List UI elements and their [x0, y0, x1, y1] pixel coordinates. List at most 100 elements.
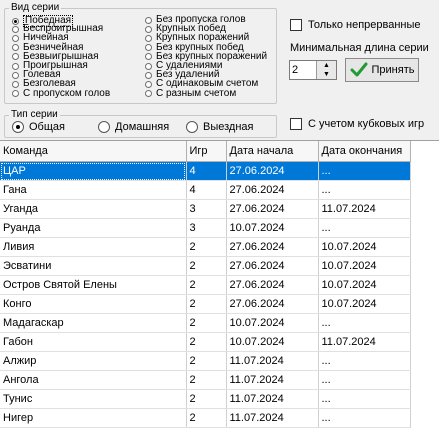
- apply-button-label: Принять: [371, 64, 415, 76]
- table-cell: ...: [318, 408, 411, 428]
- series-kind-option[interactable]: С разным счетом: [145, 87, 237, 99]
- table-row[interactable]: Конго 2 27.06.2024 10.07.2024: [0, 294, 411, 314]
- radio-button[interactable]: [145, 16, 152, 24]
- table-cell: 10.07.2024: [226, 313, 319, 333]
- table-cell: 11.07.2024: [226, 408, 319, 428]
- table-row[interactable]: Ангола 2 11.07.2024...: [0, 370, 411, 390]
- table-cell: 4: [186, 161, 227, 181]
- table-row[interactable]: Уганда 3 27.06.2024 11.07.2024: [0, 199, 411, 219]
- column-header[interactable]: Команда: [0, 141, 187, 162]
- table-row[interactable]: Габон 2 10.07.2024 11.07.2024: [0, 332, 411, 352]
- checkmark-icon: [350, 62, 368, 77]
- table-cell: ...: [318, 218, 411, 238]
- radio-button[interactable]: [145, 44, 152, 52]
- radio-button[interactable]: [12, 90, 19, 98]
- table-cell: 10.07.2024: [226, 218, 319, 238]
- table-cell: 2: [186, 370, 227, 390]
- spin-down-icon[interactable]: ▼: [317, 70, 336, 79]
- table-row[interactable]: Алжир 2 11.07.2024...: [0, 351, 411, 371]
- table-cell: 27.06.2024: [226, 199, 319, 219]
- series-type-option-label: Выездная: [203, 121, 254, 133]
- radio-button[interactable]: [145, 53, 152, 61]
- radio-button[interactable]: [145, 62, 152, 70]
- table-cell: Руанда: [0, 218, 187, 238]
- table-row[interactable]: Тунис 2 11.07.2024...: [0, 389, 411, 409]
- radio-button[interactable]: [12, 121, 24, 133]
- table-cell: Конго: [0, 294, 187, 314]
- table-row[interactable]: Ливия 2 27.06.2024 10.07.2024: [0, 237, 411, 257]
- table-cell: 4: [186, 180, 227, 200]
- table-cell: ...: [318, 370, 411, 390]
- table-cell: 2: [186, 294, 227, 314]
- radio-button[interactable]: [145, 34, 152, 42]
- min-length-spinner[interactable]: ▲ ▼: [289, 60, 337, 80]
- min-length-input[interactable]: [290, 61, 316, 79]
- cup-games-checkbox[interactable]: С учетом кубковых игр: [290, 118, 424, 130]
- series-table: Команда Игр Дата начала Дата окончания ЦАР 4…: [0, 141, 411, 428]
- table-cell: ЦАР: [0, 161, 187, 181]
- radio-button[interactable]: [186, 121, 198, 133]
- apply-button[interactable]: Принять: [345, 58, 419, 82]
- series-kind-option[interactable]: С пропуском голов: [12, 87, 111, 99]
- table-row[interactable]: Мадагаскар 2 10.07.2024...: [0, 313, 411, 333]
- table-cell: Нигер: [0, 408, 187, 428]
- radio-button[interactable]: [12, 80, 19, 88]
- table-cell: 27.06.2024: [226, 275, 319, 295]
- table-cell: Гана: [0, 180, 187, 200]
- cup-games-label: С учетом кубковых игр: [308, 118, 425, 130]
- table-cell: Остров Святой Елены: [0, 275, 187, 295]
- radio-button[interactable]: [145, 90, 152, 98]
- series-kind-option-label: С разным счетом: [156, 87, 237, 99]
- grid-body: ЦАР 4 27.06.2024... Гана 4 27.06.2024... Уганд…: [0, 161, 411, 428]
- series-type-option-label: Домашняя: [115, 121, 170, 133]
- series-type-option[interactable]: Домашняя: [98, 121, 169, 133]
- radio-button[interactable]: [145, 71, 152, 79]
- series-kind-option-label: С пропуском голов: [23, 87, 111, 99]
- radio-button[interactable]: [12, 71, 19, 79]
- table-cell: 2: [186, 389, 227, 409]
- column-header[interactable]: Дата начала: [226, 141, 319, 162]
- table-cell: ...: [318, 389, 411, 409]
- radio-button[interactable]: [12, 25, 19, 33]
- series-type-option[interactable]: Выездная: [186, 121, 254, 133]
- only-continuous-box[interactable]: [290, 19, 302, 31]
- table-cell: Ангола: [0, 370, 187, 390]
- radio-button[interactable]: [12, 53, 19, 61]
- table-row[interactable]: Руанда 3 10.07.2024...: [0, 218, 411, 238]
- table-cell: 10.07.2024: [318, 237, 411, 257]
- table-cell: 11.07.2024: [318, 199, 411, 219]
- radio-button[interactable]: [12, 34, 19, 42]
- table-row[interactable]: Гана 4 27.06.2024...: [0, 180, 411, 200]
- table-cell: Тунис: [0, 389, 187, 409]
- table-cell: 2: [186, 275, 227, 295]
- series-type-legend: Тип серии: [11, 109, 58, 120]
- radio-button[interactable]: [12, 44, 19, 52]
- table-row[interactable]: Остров Святой Елены 2 27.06.2024 10.07.2024: [0, 275, 411, 295]
- radio-button[interactable]: [12, 62, 19, 70]
- table-row[interactable]: ЦАР 4 27.06.2024...: [0, 161, 411, 181]
- table-row[interactable]: Нигер 2 11.07.2024...: [0, 408, 411, 428]
- table-cell: ...: [318, 313, 411, 333]
- only-continuous-checkbox[interactable]: Только непрерванные: [290, 19, 421, 31]
- radio-button[interactable]: [145, 25, 152, 33]
- table-cell: Мадагаскар: [0, 313, 187, 333]
- table-cell: 27.06.2024: [226, 294, 319, 314]
- table-cell: Уганда: [0, 199, 187, 219]
- table-cell: 3: [186, 199, 227, 219]
- table-row[interactable]: Эсватини 2 27.06.2024 10.07.2024: [0, 256, 411, 276]
- table-cell: Габон: [0, 332, 187, 352]
- spin-up-icon[interactable]: ▲: [317, 61, 336, 70]
- radio-button[interactable]: [98, 121, 110, 133]
- series-kind-legend: Вид серии: [11, 2, 60, 13]
- table-cell: 2: [186, 351, 227, 371]
- cup-games-box[interactable]: [290, 118, 302, 130]
- spinner-buttons[interactable]: ▲ ▼: [316, 61, 336, 79]
- table-cell: 10.07.2024: [318, 275, 411, 295]
- column-header[interactable]: Игр: [186, 141, 227, 162]
- table-cell: 27.06.2024: [226, 180, 319, 200]
- column-header[interactable]: Дата окончания: [318, 141, 411, 162]
- radio-button[interactable]: [145, 80, 152, 88]
- series-type-option[interactable]: Общая: [12, 121, 65, 133]
- series-grid[interactable]: Команда Игр Дата начала Дата окончания ЦАР 4…: [0, 140, 439, 432]
- table-cell: 2: [186, 256, 227, 276]
